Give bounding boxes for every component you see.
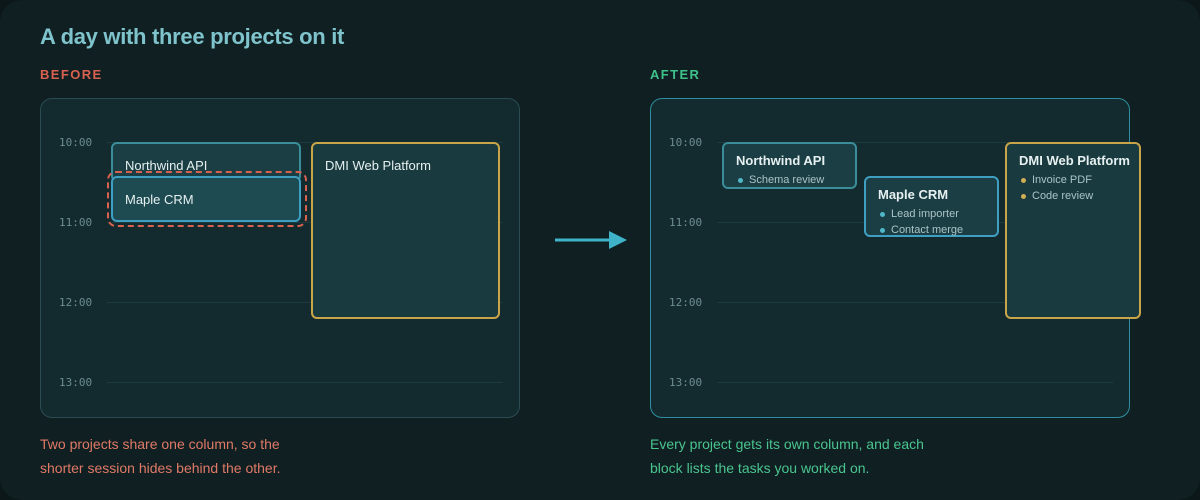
gridline: [107, 382, 503, 383]
task-item: Lead importer: [880, 206, 963, 222]
time-label-12: 12:00: [59, 296, 93, 309]
task-label: Code review: [1032, 190, 1094, 202]
task-list: Lead importer Contact merge: [880, 206, 963, 238]
caption-line: shorter session hides behind the other.: [40, 460, 281, 476]
task-label: Invoice PDF: [1032, 174, 1092, 186]
event-title: Maple CRM: [878, 187, 949, 202]
time-label-10: 10:00: [59, 136, 93, 149]
event-block-maple-crm[interactable]: Maple CRM Lead importer Contact merge: [864, 176, 999, 237]
gridline: [717, 382, 1113, 383]
before-caption: Two projects share one column, so the sh…: [40, 432, 340, 480]
after-caption: Every project gets its own column, and e…: [650, 432, 970, 480]
time-label-11: 11:00: [59, 216, 93, 229]
task-item: Code review: [1021, 188, 1093, 204]
task-label: Contact merge: [891, 224, 964, 236]
bullet-icon: [880, 228, 885, 233]
event-title: DMI Web Platform: [325, 158, 431, 173]
event-block-northwind-api[interactable]: Northwind API Schema review: [722, 142, 857, 189]
task-label: Schema review: [749, 174, 825, 186]
time-label-13: 13:00: [59, 376, 93, 389]
task-item: Invoice PDF: [1021, 172, 1093, 188]
task-item: Schema review: [738, 172, 824, 188]
caption-line: Every project gets its own column, and e…: [650, 436, 924, 452]
time-label-10: 10:00: [669, 136, 703, 149]
overlap-highlight: [107, 171, 307, 227]
time-label-11: 11:00: [669, 216, 703, 229]
caption-line: Two projects share one column, so the: [40, 436, 280, 452]
event-block-dmi-web-platform[interactable]: DMI Web Platform: [311, 142, 500, 319]
bullet-icon: [1021, 178, 1026, 183]
event-title: DMI Web Platform: [1019, 153, 1130, 168]
before-calendar-panel: 10:00 11:00 12:00 13:00 Northwind API Ma…: [40, 98, 520, 418]
before-label: BEFORE: [40, 67, 103, 82]
caption-line: block lists the tasks you worked on.: [650, 460, 870, 476]
task-item: Contact merge: [880, 222, 963, 238]
after-calendar-panel: 10:00 11:00 12:00 13:00 Northwind API Sc…: [650, 98, 1141, 418]
after-label: AFTER: [650, 67, 701, 82]
arrow-right-icon: [555, 231, 627, 249]
bullet-icon: [738, 178, 743, 183]
bullet-icon: [880, 212, 885, 217]
time-label-12: 12:00: [669, 296, 703, 309]
diagram-title: A day with three projects on it: [40, 24, 345, 49]
task-list: Invoice PDF Code review: [1021, 172, 1093, 204]
event-block-dmi-web-platform[interactable]: DMI Web Platform Invoice PDF Code review: [1005, 142, 1141, 319]
bullet-icon: [1021, 194, 1026, 199]
diagram-card: A day with three projects on it BEFORE A…: [0, 0, 1200, 500]
event-title: Northwind API: [736, 153, 826, 168]
task-label: Lead importer: [891, 208, 959, 220]
task-list: Schema review: [738, 172, 824, 188]
time-label-13: 13:00: [669, 376, 703, 389]
